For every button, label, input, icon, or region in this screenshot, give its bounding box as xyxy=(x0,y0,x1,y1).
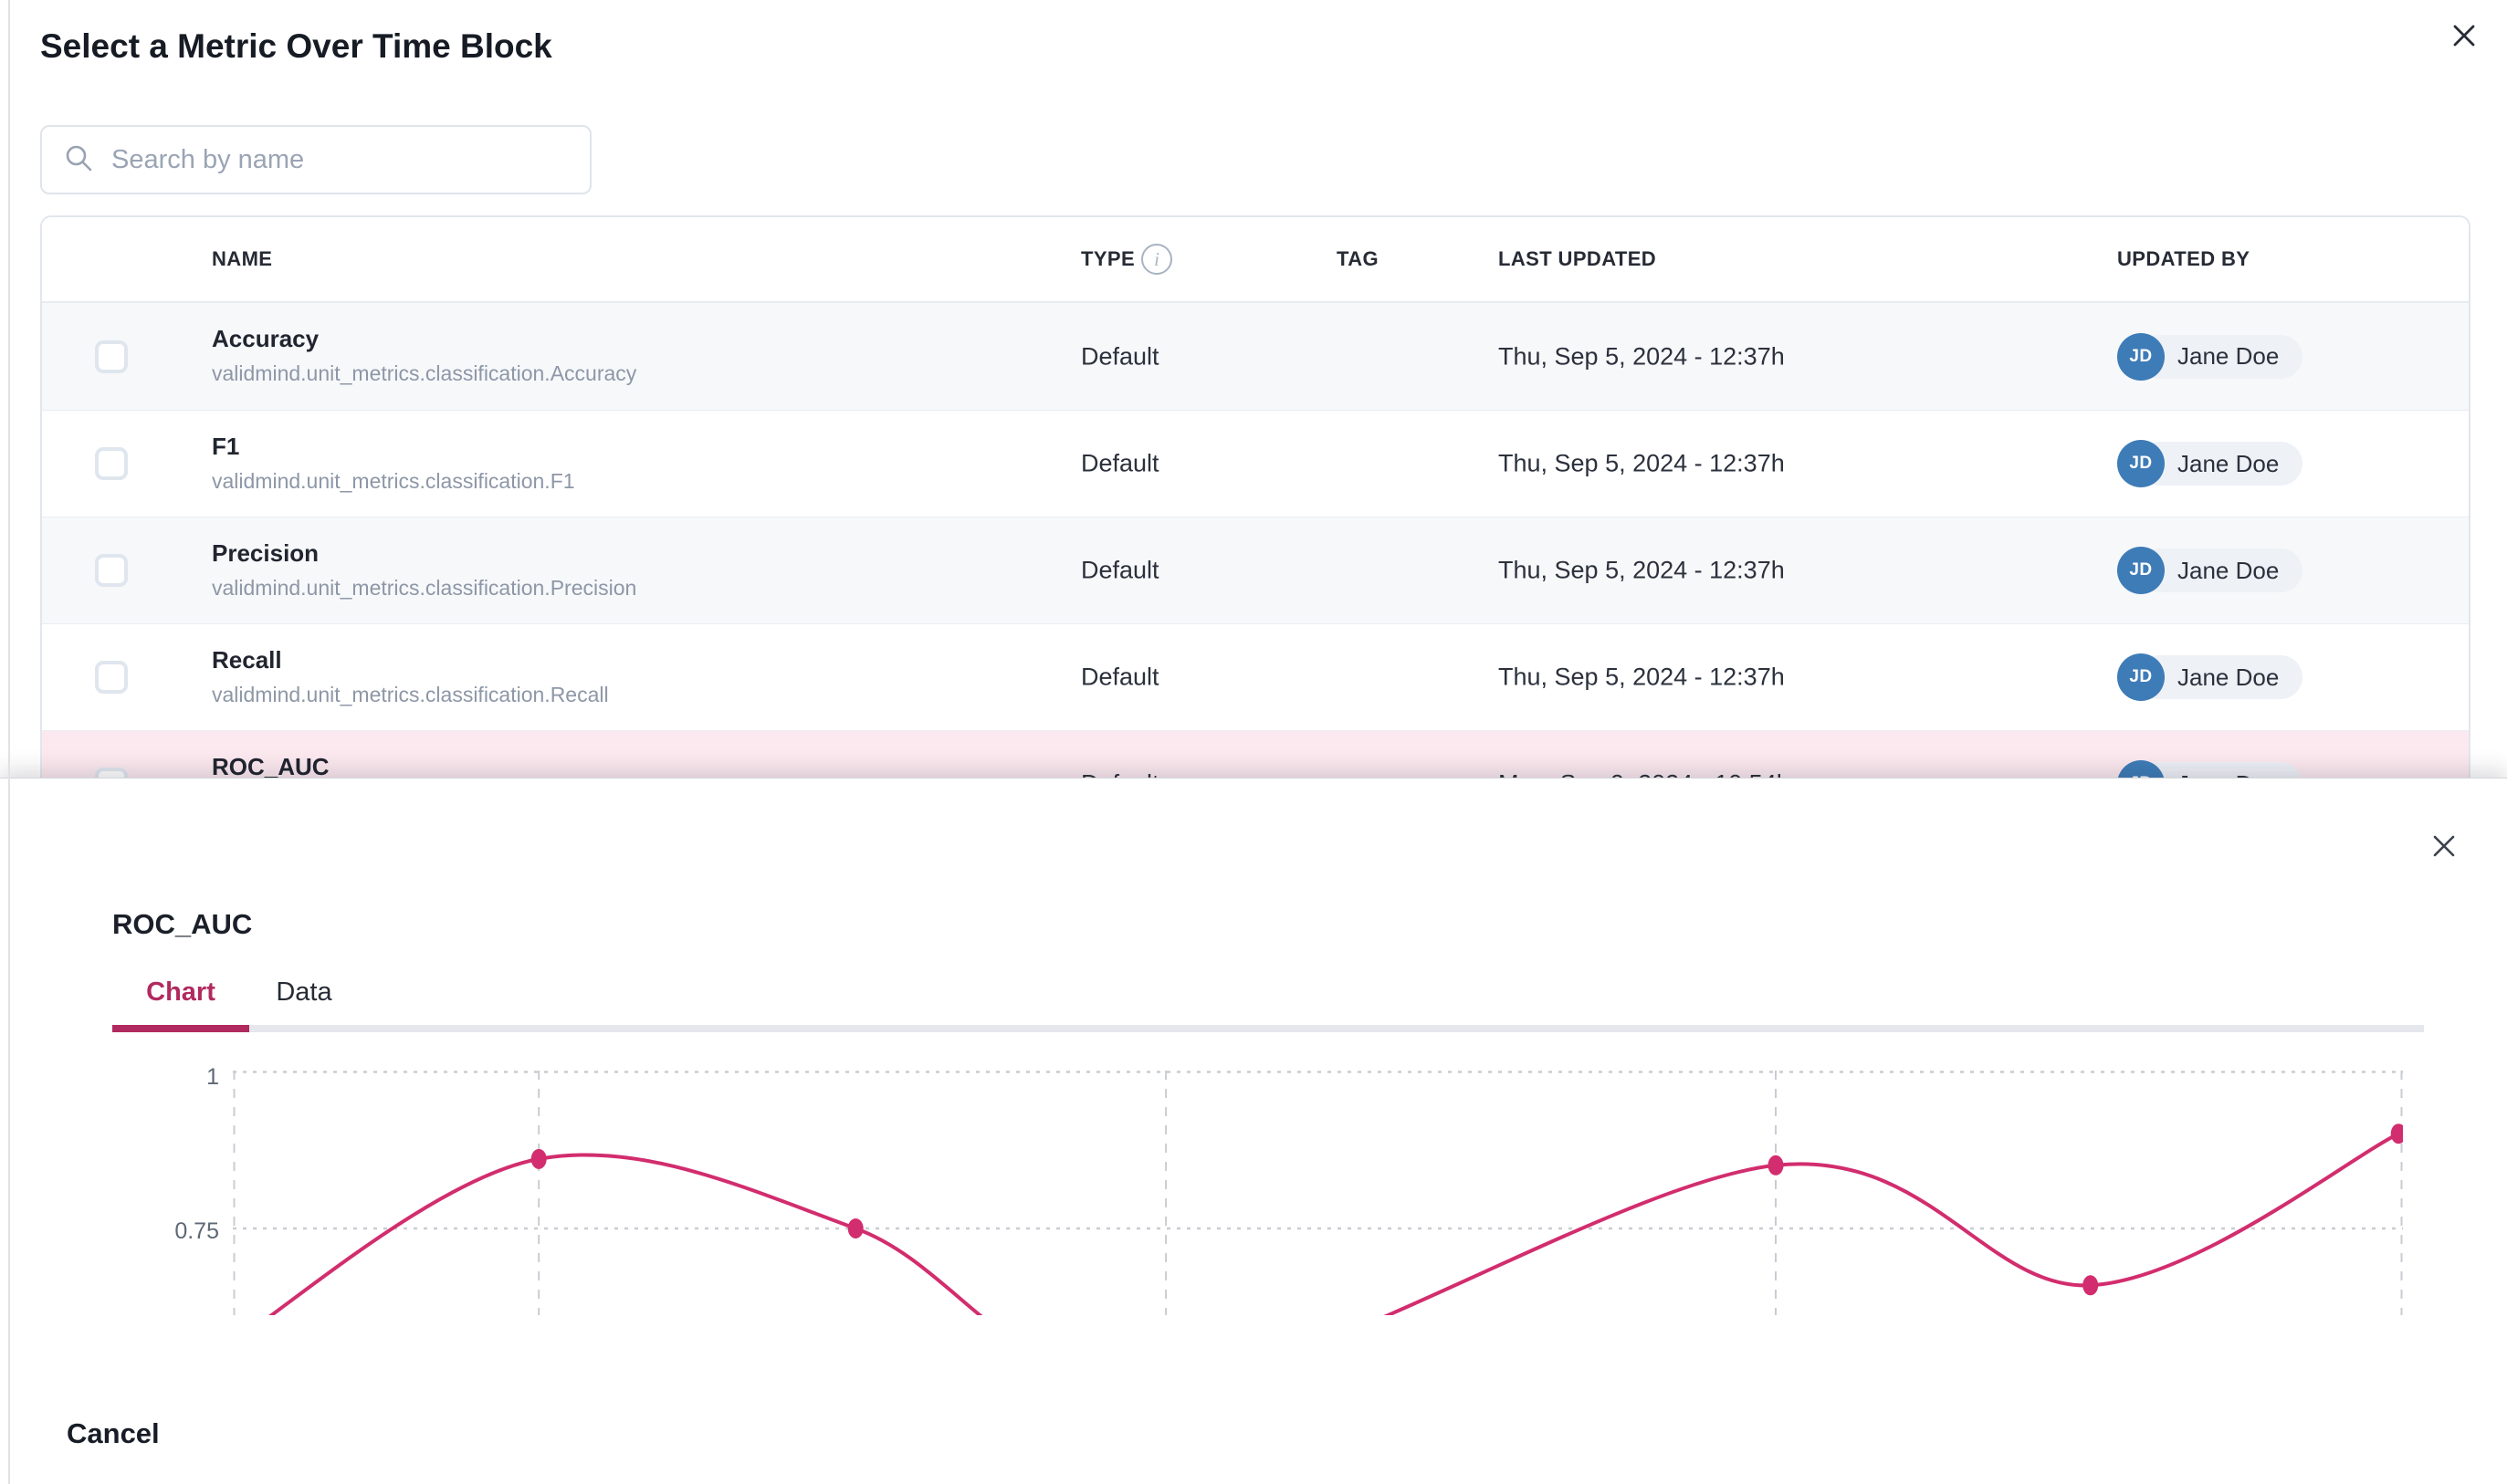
y-tick-0-75: 0.75 xyxy=(91,1218,219,1245)
updated-by-chip: JD Jane Doe xyxy=(2117,547,2302,594)
tab-data[interactable]: Data xyxy=(249,968,359,1016)
metric-type: Default xyxy=(1081,557,1159,585)
metric-name-cell: Precision validmind.unit_metrics.classif… xyxy=(212,539,636,601)
search-input[interactable] xyxy=(110,144,568,176)
metric-type: Default xyxy=(1081,450,1159,478)
preview-tabs: Chart Data xyxy=(112,968,359,1016)
row-checkbox[interactable] xyxy=(95,447,128,480)
metric-name: ROC_AUC xyxy=(212,753,330,778)
close-icon xyxy=(2429,850,2459,863)
table-row[interactable]: Accuracy validmind.unit_metrics.classifi… xyxy=(42,303,2469,410)
column-header-last-updated: LAST UPDATED xyxy=(1498,247,1656,271)
metric-name: Recall xyxy=(212,646,609,674)
table-row[interactable]: F1 validmind.unit_metrics.classification… xyxy=(42,410,2469,517)
y-tick-1: 1 xyxy=(91,1063,219,1091)
row-checkbox[interactable] xyxy=(95,554,128,587)
modal-title: Select a Metric Over Time Block xyxy=(40,27,552,66)
metric-name-cell: F1 validmind.unit_metrics.classification… xyxy=(212,433,575,494)
preview-close-button[interactable] xyxy=(2429,831,2459,861)
metric-last-updated: Thu, Sep 5, 2024 - 12:37h xyxy=(1498,342,1785,371)
column-header-name: NAME xyxy=(212,247,272,271)
preview-panel: ROC_AUC Chart Data 1 0.75 Cancel xyxy=(0,778,2507,1484)
row-checkbox[interactable] xyxy=(95,768,128,778)
metric-last-updated: Mon, Sep 9, 2024 - 10:54h xyxy=(1498,770,1790,779)
metric-picker-screen: Select a Metric Over Time Block NAME TYP… xyxy=(0,0,2507,1484)
column-header-type: TYPE xyxy=(1081,247,1135,271)
metric-last-updated: Thu, Sep 5, 2024 - 12:37h xyxy=(1498,664,1785,692)
avatar-initials: JD xyxy=(2129,454,2152,474)
close-icon xyxy=(2449,40,2480,54)
modal-dialog: Select a Metric Over Time Block NAME TYP… xyxy=(0,0,2507,778)
avatar-initials: JD xyxy=(2129,667,2152,687)
type-info-icon[interactable]: i xyxy=(1141,244,1172,275)
metric-type: Default xyxy=(1081,770,1159,779)
tab-chart[interactable]: Chart xyxy=(112,968,249,1016)
tab-strip xyxy=(112,1025,2424,1032)
cancel-button[interactable]: Cancel xyxy=(67,1417,160,1450)
row-checkbox[interactable] xyxy=(95,661,128,694)
table-row[interactable]: ROC_AUC Default Mon, Sep 9, 2024 - 10:54… xyxy=(42,730,2469,778)
roc-chart-svg xyxy=(233,1071,2403,1315)
table-body: Accuracy validmind.unit_metrics.classifi… xyxy=(42,303,2469,778)
table-row[interactable]: Precision validmind.unit_metrics.classif… xyxy=(42,517,2469,623)
metric-name: Precision xyxy=(212,539,636,568)
table-header: NAME TYPE i TAG LAST UPDATED UPDATED BY xyxy=(42,217,2469,303)
avatar-initials: JD xyxy=(2129,347,2152,367)
row-checkbox[interactable] xyxy=(95,340,128,373)
metric-path: validmind.unit_metrics.classification.Re… xyxy=(212,683,609,707)
table-row[interactable]: Recall validmind.unit_metrics.classifica… xyxy=(42,623,2469,730)
avatar: JD xyxy=(2117,547,2165,594)
metric-path: validmind.unit_metrics.classification.Pr… xyxy=(212,576,636,601)
metrics-table: NAME TYPE i TAG LAST UPDATED UPDATED BY … xyxy=(40,215,2470,778)
metric-path: validmind.unit_metrics.classification.Ac… xyxy=(212,361,636,386)
avatar: JD xyxy=(2117,333,2165,381)
metric-last-updated: Thu, Sep 5, 2024 - 12:37h xyxy=(1498,557,1785,585)
metric-name: Accuracy xyxy=(212,325,636,353)
tab-active-underline xyxy=(112,1025,249,1032)
updated-by-chip: JD Jane Doe xyxy=(2117,653,2302,701)
metric-last-updated: Thu, Sep 5, 2024 - 12:37h xyxy=(1498,450,1785,478)
metric-name-cell: ROC_AUC xyxy=(212,753,330,778)
modal-close-button[interactable] xyxy=(2449,20,2480,51)
metric-name-cell: Recall validmind.unit_metrics.classifica… xyxy=(212,646,609,707)
search-box xyxy=(40,125,592,194)
metric-name-cell: Accuracy validmind.unit_metrics.classifi… xyxy=(212,325,636,386)
column-header-updated-by: UPDATED BY xyxy=(2117,247,2250,271)
updated-by-chip: JD Jane Doe xyxy=(2117,333,2302,381)
metric-type: Default xyxy=(1081,342,1159,371)
modal-left-edge xyxy=(8,0,10,1484)
avatar: JD xyxy=(2117,653,2165,701)
column-header-tag: TAG xyxy=(1337,247,1379,271)
metric-name: F1 xyxy=(212,433,575,461)
metric-type: Default xyxy=(1081,664,1159,692)
search-icon xyxy=(64,143,93,177)
avatar: JD xyxy=(2117,440,2165,487)
preview-title: ROC_AUC xyxy=(112,908,252,941)
metric-path: validmind.unit_metrics.classification.F1 xyxy=(212,469,575,494)
updated-by-chip: JD Jane Doe xyxy=(2117,440,2302,487)
avatar-initials: JD xyxy=(2129,560,2152,580)
updated-by-chip: JD Jane Doe xyxy=(2117,760,2302,778)
roc-chart xyxy=(233,1071,2403,1315)
